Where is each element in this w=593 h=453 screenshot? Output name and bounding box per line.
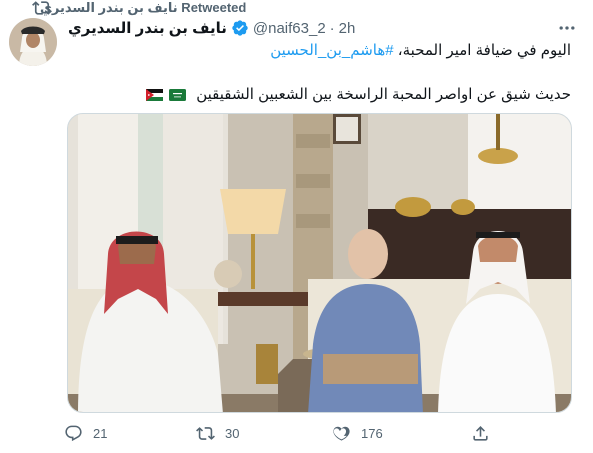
like-button[interactable]: 176 — [332, 424, 383, 443]
like-count: 176 — [361, 426, 383, 441]
saudi-arabia-flag-icon — [169, 89, 187, 101]
retweet-count: 30 — [225, 426, 240, 441]
reply-icon — [65, 425, 82, 442]
tweet-text: اليوم في ضيافة امير المحبة، — [393, 42, 571, 59]
timestamp[interactable]: 2h — [339, 20, 356, 37]
hashtag-link[interactable]: #هاشم_بن_الحسين — [270, 42, 393, 59]
tweet-header: نايف بن بندر السديري @naif63_2 · 2h — [68, 19, 356, 38]
separator-dot: · — [329, 19, 335, 37]
reply-count: 21 — [93, 426, 108, 441]
retweet-label[interactable]: نايف بن بندر السديري Retweeted — [40, 0, 246, 16]
retweet-icon — [32, 1, 52, 15]
flags — [146, 89, 187, 101]
tweet-actions: 21 30 176 — [64, 424, 504, 448]
retweet-indicator: نايف بن بندر السديري Retweeted — [32, 0, 246, 16]
share-icon — [473, 426, 488, 441]
retweet-button[interactable]: 30 — [196, 424, 239, 443]
tweet-text: حديث شيق عن اواصر المحبة الراسخة بين الش… — [196, 86, 571, 103]
display-name[interactable]: نايف بن بندر السديري — [68, 19, 227, 37]
tweet-text-line1: اليوم في ضيافة امير المحبة، #هاشم_بن_الح… — [51, 41, 571, 61]
more-options-icon[interactable] — [557, 18, 577, 38]
tweet-text-line2: حديث شيق عن اواصر المحبة الراسخة بين الش… — [51, 85, 571, 105]
verified-icon — [232, 20, 248, 36]
retweet-icon — [196, 427, 215, 440]
handle[interactable]: @naif63_2 — [253, 20, 326, 37]
avatar[interactable] — [9, 18, 57, 66]
share-button[interactable] — [471, 424, 490, 443]
reply-button[interactable]: 21 — [64, 424, 107, 443]
tweet-photo[interactable] — [67, 113, 572, 413]
jordan-flag-icon — [146, 89, 164, 101]
heart-icon — [333, 426, 350, 441]
